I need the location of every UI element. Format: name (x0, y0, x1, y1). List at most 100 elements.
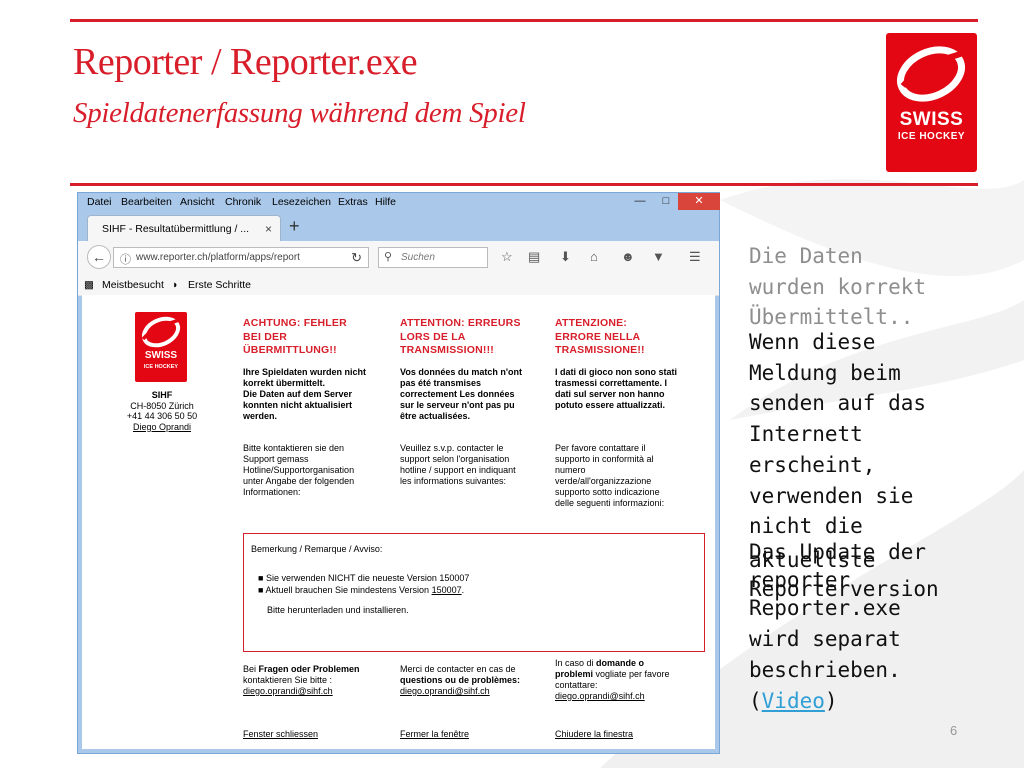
hamburger-menu-icon[interactable]: ☰ (689, 249, 701, 265)
close-window-link-fr[interactable]: Fermer la fenêtre (400, 729, 469, 740)
organisation-address: SIHF CH-8050 Zürich +41 44 306 50 50 Die… (107, 390, 217, 432)
remark-bullet-1: ■ Sie verwenden NICHT die neueste Versio… (258, 573, 470, 583)
warning-heading-fr-1: ATTENTION: ERREURS (400, 317, 521, 329)
note-line: wird separat (749, 627, 901, 652)
menu-hilfe[interactable]: Hilfe (375, 196, 396, 208)
error-message-fr: Vos données du match n'ont pas été trans… (400, 367, 550, 422)
footer-it-line3: contattare: (555, 680, 598, 690)
video-link[interactable]: Video (762, 689, 825, 713)
footer-fr-line1: Merci de contacter en cas de (400, 664, 516, 674)
paren-close: ) (824, 688, 838, 713)
error-line: Die Daten auf dem Server (243, 389, 353, 399)
support-line: Per favore contattare il (555, 443, 646, 453)
chat-icon[interactable]: ☻ (621, 249, 635, 264)
error-line: Vos données du match n'ont (400, 367, 522, 377)
warning-heading-fr-3: TRANSMISSION!!! (400, 344, 494, 356)
warning-column-fr: ATTENTION: ERREURS LORS DE LA TRANSMISSI… (400, 317, 550, 358)
org-city: CH-8050 Zürich (130, 400, 194, 411)
support-line: Informationen: (243, 487, 301, 497)
note-line: senden auf das (749, 391, 927, 416)
menu-ansicht[interactable]: Ansicht (180, 196, 214, 208)
navigation-bar: ← ⓘ www.reporter.ch/platform/apps/report… (78, 241, 719, 276)
footer-de: Bei Fragen oder Problemen kontaktieren S… (243, 664, 393, 697)
warning-heading-it-1: ATTENZIONE: (555, 317, 627, 329)
error-line: être actualisées. (400, 411, 471, 421)
bookmark-meistbesucht[interactable]: Meistbesucht (102, 279, 164, 291)
url-bar[interactable]: ⓘ www.reporter.ch/platform/apps/report ↻ (113, 247, 369, 268)
menu-datei[interactable]: Datei (87, 196, 112, 208)
home-icon[interactable]: ⌂ (590, 249, 598, 264)
warning-heading-de-3: ÜBERMITTLUNG!! (243, 344, 337, 356)
menu-lesezeichen[interactable]: Lesezeichen (272, 196, 331, 208)
footer-it-line1: In caso di domande o (555, 658, 705, 669)
note-line: Meldung beim (749, 360, 901, 385)
version-link[interactable]: 150007 (432, 585, 462, 595)
menu-bearbeiten[interactable]: Bearbeiten (121, 196, 172, 208)
error-message-de: Ihre Spieldaten wurden nicht korrekt übe… (243, 367, 393, 422)
footer-it: In caso di domande o problemi vogliate p… (555, 658, 705, 702)
tab-sihf[interactable]: SIHF - Resultatübermittlung / ... × (87, 215, 281, 242)
menu-bar: Datei Bearbeiten Ansicht Chronik Lesezei… (78, 193, 720, 211)
note-line: beschrieben. (749, 657, 901, 682)
note-line: verwenden sie (749, 483, 914, 508)
remark-instruction: Bitte herunterladen und installieren. (267, 605, 409, 615)
menu-extras[interactable]: Extras (338, 196, 368, 208)
support-line: support selon l'organisation (400, 454, 510, 464)
minimize-button[interactable]: — (628, 193, 652, 210)
tab-close-icon[interactable]: × (265, 222, 272, 236)
pocket-icon[interactable]: ▼ (652, 249, 665, 264)
slide-subtitle: Spieldatenerfassung während dem Spiel (73, 97, 526, 129)
error-message-it: I dati di gioco non sono stati trasmessi… (555, 367, 705, 411)
email-link-de[interactable]: diego.oprandi@sihf.ch (243, 686, 333, 696)
email-link-it[interactable]: diego.oprandi@sihf.ch (555, 691, 645, 701)
logo-text-ice-hockey: ICE HOCKEY (897, 131, 966, 142)
close-window-link-it[interactable]: Chiudere la finestra (555, 729, 633, 740)
warning-heading-fr-2: LORS DE LA (400, 330, 466, 343)
footer-de-line1: Bei Fragen oder Problemen (243, 664, 393, 675)
footer-bold-text: Fragen oder Problemen (258, 664, 360, 674)
back-arrow-icon[interactable]: ← (87, 245, 111, 269)
reader-list-icon[interactable]: ▤ (528, 249, 540, 265)
close-window-link-de[interactable]: Fenster schliessen (243, 729, 318, 740)
maximize-button[interactable]: □ (654, 193, 678, 210)
logo-text-swiss: SWISS (899, 109, 964, 130)
bookmarks-toolbar: ▩ Meistbesucht ◑ Erste Schritte (78, 275, 719, 296)
browser-window: Datei Bearbeiten Ansicht Chronik Lesezei… (77, 192, 720, 754)
warning-column-de: ACHTUNG: FEHLER BEI DER ÜBERMITTLUNG!! (243, 317, 393, 358)
small-logo-swiss: SWISS (144, 350, 178, 361)
bookmark-star-icon[interactable]: ☆ (501, 249, 513, 265)
support-line: numero (555, 465, 586, 475)
bookmark-erste-schritte[interactable]: Erste Schritte (188, 279, 251, 291)
support-text-it: Per favore contattare il supporto in con… (555, 443, 705, 509)
page-number: 6 (950, 723, 958, 738)
download-icon[interactable]: ⬇ (560, 249, 571, 265)
support-line: supporto in conformità al (555, 454, 654, 464)
support-line: delle seguenti informazioni: (555, 498, 665, 508)
footer-bold-text: problemi (555, 669, 594, 679)
error-line: konnten nicht aktualisiert (243, 400, 353, 410)
menu-chronik[interactable]: Chronik (225, 196, 261, 208)
top-red-rule (70, 19, 978, 22)
warning-heading-it-3: TRASMISSIONE!! (555, 344, 645, 356)
note-line: Internett (749, 422, 863, 447)
email-link-fr[interactable]: diego.oprandi@sihf.ch (400, 686, 490, 696)
org-phone: +41 44 306 50 50 (126, 411, 198, 421)
info-icon[interactable]: ⓘ (120, 251, 131, 267)
org-contact-link[interactable]: Diego Oprandi (133, 422, 191, 432)
error-line: korrekt übermittelt. (243, 378, 326, 388)
search-input[interactable]: ⚲ Suchen (378, 247, 488, 268)
warning-heading-de-2: BEI DER (243, 330, 287, 343)
error-line: dati sul server non hanno (555, 389, 665, 399)
reload-icon[interactable]: ↻ (351, 250, 362, 266)
support-text-de: Bitte kontaktieren sie den Support gemas… (243, 443, 393, 498)
remark-bullet-1-text: Sie verwenden NICHT die neueste Version … (265, 573, 470, 583)
footer-fr-line2: questions ou de problèmes: (400, 675, 521, 685)
footer-fr: Merci de contacter en cas de questions o… (400, 664, 550, 697)
new-tab-button[interactable]: + (289, 216, 300, 237)
support-line: hotline / support en indiquant (400, 465, 516, 475)
note-line: Wenn diese (749, 330, 876, 354)
support-line: unter Angabe der folgenden (243, 476, 355, 486)
swiss-ice-hockey-logo: SWISS ICE HOCKEY (886, 33, 977, 172)
error-line: pas été transmises (400, 378, 482, 388)
close-window-button[interactable]: ✕ (678, 193, 720, 210)
